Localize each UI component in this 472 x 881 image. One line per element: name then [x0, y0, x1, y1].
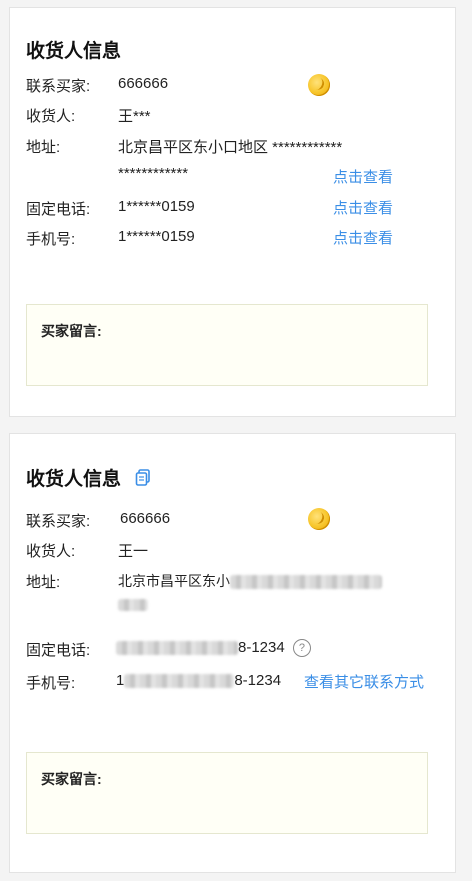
buyer-message-label: 买家留言: [41, 771, 102, 787]
receiver-row: 收货人: 王*** [26, 105, 426, 125]
card-title: 收货人信息 [26, 36, 121, 63]
landline-value: 1******0159 [118, 198, 195, 215]
buyer-message-box: 买家留言: [26, 304, 428, 386]
landline-label: 固定电话: [26, 642, 91, 659]
landline-blurred [116, 641, 238, 656]
address-view-link[interactable]: 点击查看 [333, 166, 393, 187]
address-line-1: 北京昌平区东小口地区 ************ [118, 139, 343, 156]
landline-value-wrap: 8-1234 ? [116, 639, 311, 658]
receiver-info-card-blurred: 收货人信息 联系买家: 666666 收货人: 王一 地址: 北京市昌平区东小 … [9, 433, 456, 873]
landline-label: 固定电话: [26, 201, 91, 218]
address-blurred [230, 575, 382, 590]
receiver-label: 收货人: [26, 543, 76, 560]
buyer-message-box: 买家留言: [26, 752, 428, 834]
receiver-info-card-masked: 收货人信息 联系买家: 666666 收货人: 王*** 地址: 北京昌平区东小… [9, 7, 456, 417]
mobile-row: 手机号: 1******0159 [26, 228, 326, 248]
landline-view-link[interactable]: 点击查看 [333, 197, 393, 218]
receiver-value: 王一 [118, 543, 149, 560]
mobile-value: 1******0159 [118, 228, 195, 245]
address-label: 地址: [26, 574, 61, 591]
help-icon[interactable]: ? [292, 639, 311, 658]
contact-buyer-row: 联系买家: 666666 [26, 75, 426, 95]
address-line-2: ************ [118, 165, 189, 182]
address-blurred-2 [118, 599, 148, 612]
buyer-message-label: 买家留言: [41, 323, 102, 339]
mobile-value-wrap: 1 8-1234 [116, 672, 281, 689]
address-line-1: 北京市昌平区东小 [118, 571, 382, 591]
mobile-label: 手机号: [26, 231, 76, 248]
mobile-row: 手机号: 1 8-1234 [26, 672, 316, 694]
mobile-prefix: 1 [116, 672, 125, 689]
coin-icon[interactable] [308, 74, 330, 96]
other-contact-link[interactable]: 查看其它联系方式 [304, 671, 424, 692]
contact-buyer-label: 联系买家: [26, 78, 91, 95]
address-line-1-text: 北京市昌平区东小 [118, 573, 230, 589]
mobile-label: 手机号: [26, 675, 76, 692]
contact-buyer-value[interactable]: 666666 [118, 75, 168, 92]
contact-buyer-label: 联系买家: [26, 513, 91, 530]
card-title: 收货人信息 [26, 464, 151, 491]
card-title-text: 收货人信息 [26, 469, 122, 490]
card-title-text: 收货人信息 [26, 41, 122, 62]
mobile-blurred [124, 674, 235, 689]
address-label: 地址: [26, 139, 61, 156]
receiver-label: 收货人: [26, 108, 76, 125]
contact-buyer-value[interactable]: 666666 [120, 510, 170, 527]
receiver-value: 王*** [118, 108, 151, 125]
landline-value: 8-1234 [238, 639, 285, 656]
address-row: 地址: 北京市昌平区东小 [26, 571, 446, 617]
receiver-row: 收货人: 王一 [26, 540, 426, 560]
landline-row: 固定电话: 1******0159 [26, 198, 326, 218]
mobile-view-link[interactable]: 点击查看 [333, 227, 393, 248]
copy-icon[interactable] [135, 468, 151, 487]
address-line-2 [118, 596, 148, 613]
contact-buyer-row: 联系买家: 666666 [26, 510, 426, 530]
mobile-value: 8-1234 [234, 672, 282, 689]
landline-row: 固定电话: 8-1234 ? [26, 639, 346, 661]
coin-icon[interactable] [308, 508, 330, 530]
